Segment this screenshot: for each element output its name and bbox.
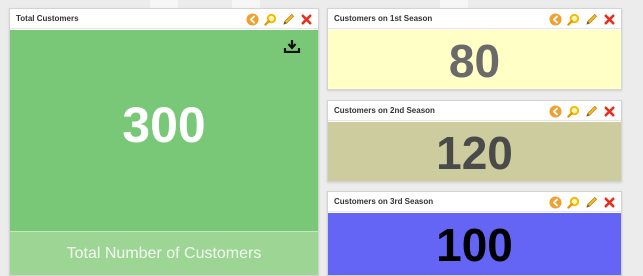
widget-toolbar <box>549 12 616 26</box>
widget-header: Total Customers <box>10 9 318 29</box>
widget-title: Total Customers <box>16 14 79 23</box>
season1-customers-widget: Customers on 1st Season 80 <box>327 8 622 90</box>
widget-body: 80 <box>328 30 621 89</box>
zoom-icon[interactable] <box>567 105 580 118</box>
close-icon[interactable] <box>603 196 616 209</box>
zoom-icon[interactable] <box>567 13 580 26</box>
widget-header: Customers on 2nd Season <box>328 101 621 121</box>
close-icon[interactable] <box>300 13 313 26</box>
edit-icon[interactable] <box>585 196 598 209</box>
download-icon[interactable] <box>283 39 301 53</box>
widget-body: 100 <box>328 213 621 275</box>
widget-footer-label: Total Number of Customers <box>66 245 262 262</box>
zoom-icon[interactable] <box>567 196 580 209</box>
season3-customers-value: 100 <box>436 219 513 271</box>
back-icon[interactable] <box>246 12 259 26</box>
back-icon[interactable] <box>549 195 562 209</box>
widget-body: 300 Total Number of Customers <box>10 30 318 275</box>
widget-toolbar <box>246 12 313 26</box>
widget-header: Customers on 3rd Season <box>328 192 621 212</box>
season2-customers-value: 120 <box>436 127 513 179</box>
widget-toolbar <box>549 104 616 118</box>
widget-title: Customers on 1st Season <box>334 14 433 23</box>
season2-customers-widget: Customers on 2nd Season 120 <box>327 100 622 182</box>
season3-customers-widget: Customers on 3rd Season 100 <box>327 191 622 276</box>
total-customers-value: 300 <box>122 97 206 153</box>
widget-footer: Total Number of Customers <box>10 231 318 275</box>
close-icon[interactable] <box>603 105 616 118</box>
widget-title: Customers on 3rd Season <box>334 197 434 206</box>
edit-icon[interactable] <box>282 13 295 26</box>
widget-body: 120 <box>328 122 621 181</box>
back-icon[interactable] <box>549 12 562 26</box>
total-customers-widget: Total Customers 300 Total Number of Cust… <box>9 8 319 276</box>
widget-title: Customers on 2nd Season <box>334 106 435 115</box>
close-icon[interactable] <box>603 13 616 26</box>
edit-icon[interactable] <box>585 105 598 118</box>
widget-header: Customers on 1st Season <box>328 9 621 29</box>
widget-toolbar <box>549 195 616 209</box>
back-icon[interactable] <box>549 104 562 118</box>
season1-customers-value: 80 <box>448 35 501 87</box>
zoom-icon[interactable] <box>264 13 277 26</box>
edit-icon[interactable] <box>585 13 598 26</box>
